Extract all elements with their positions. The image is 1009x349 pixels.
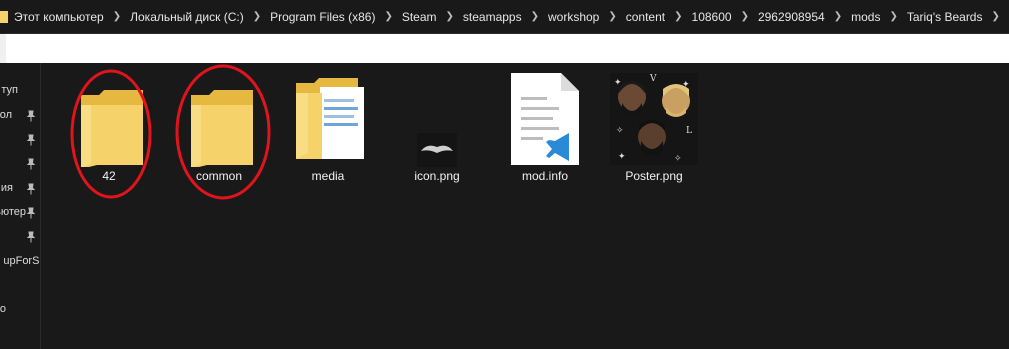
nav-item-computer[interactable]: ьютер <box>0 203 40 223</box>
chevron-right-icon[interactable]: ❯ <box>674 11 682 22</box>
vscode-file-icon <box>511 73 579 165</box>
breadcrumb-108600[interactable]: 108600 ❯ <box>692 10 758 24</box>
svg-text:L: L <box>686 126 692 136</box>
file-item-folder-media[interactable]: media <box>280 63 376 193</box>
chevron-right-icon[interactable]: ❯ <box>384 11 392 22</box>
chevron-right-icon[interactable]: ❯ <box>113 11 121 22</box>
chevron-right-icon[interactable]: ❯ <box>608 11 616 22</box>
mustache-image-icon <box>417 133 457 167</box>
navigation-pane[interactable]: туп ол ия ьютер upForSin о <box>0 63 41 349</box>
svg-text:V: V <box>649 74 657 84</box>
nav-item-clip: о <box>0 300 40 320</box>
breadcrumb-steam[interactable]: Steam ❯ <box>402 10 463 24</box>
pin-icon <box>26 231 36 243</box>
nav-item-clip: upForSin <box>0 252 40 272</box>
breadcrumb-mods[interactable]: mods ❯ <box>851 10 907 24</box>
svg-text:✦: ✦ <box>618 152 626 162</box>
nav-item-label: о <box>0 303 6 315</box>
svg-text:✧: ✧ <box>674 154 682 164</box>
file-item-icon-png[interactable]: icon.png <box>389 63 485 193</box>
nav-item-label: туп <box>1 84 18 96</box>
chevron-right-icon[interactable]: ❯ <box>253 11 261 22</box>
file-name-label: Poster.png <box>625 169 683 183</box>
pin-icon <box>26 110 36 122</box>
highlight-ring-42 <box>70 69 152 199</box>
file-name-label: media <box>311 169 345 183</box>
nav-item-clip <box>0 276 40 296</box>
pin-icon <box>26 134 36 146</box>
folder-with-documents-icon <box>296 78 364 159</box>
file-name-label: icon.png <box>414 169 460 183</box>
nav-item-other[interactable]: о <box>0 300 40 320</box>
chevron-right-icon[interactable]: ❯ <box>889 11 897 22</box>
ribbon-edge <box>0 34 6 63</box>
svg-text:✧: ✧ <box>616 126 624 136</box>
nav-item-clip: туп <box>0 81 40 101</box>
nav-item-quick-access[interactable]: туп <box>0 81 40 101</box>
nav-item-label: ьютер <box>0 206 26 218</box>
breadcrumb-local-disk[interactable]: Локальный диск (C:) ❯ <box>130 10 270 24</box>
breadcrumb-tariqs-beards[interactable]: Tariq's Beards ❯ <box>907 10 1009 24</box>
file-item-mod-info[interactable]: mod.info <box>497 63 593 193</box>
pin-icon <box>26 207 36 219</box>
nav-item-downloads[interactable] <box>0 130 40 150</box>
nav-item-desktop[interactable]: ол <box>0 106 40 126</box>
nav-item-label: ия <box>0 182 13 194</box>
nav-item-label: ол <box>0 109 12 121</box>
chevron-right-icon[interactable]: ❯ <box>446 11 454 22</box>
chevron-right-icon[interactable]: ❯ <box>531 11 539 22</box>
breadcrumb-this-pc[interactable]: Этот компьютер ❯ <box>14 10 130 24</box>
address-bar[interactable]: Этот компьютер ❯ Локальный диск (C:) ❯ Pro… <box>0 0 1009 34</box>
ribbon-strip <box>0 34 1009 63</box>
file-item-poster-png[interactable]: ✦V✦ ✧✦L ✦✧ Poster.png <box>606 63 702 193</box>
chevron-right-icon[interactable]: ❯ <box>991 11 999 22</box>
chevron-right-icon[interactable]: ❯ <box>741 11 749 22</box>
file-list[interactable]: 42 common media icon.png mod.info ✦ V ✦ … <box>41 63 1009 349</box>
chevron-right-icon[interactable]: ❯ <box>834 11 842 22</box>
breadcrumb-2962908954[interactable]: 2962908954 ❯ <box>758 10 851 24</box>
nav-item-pinned[interactable] <box>0 227 40 247</box>
pin-icon <box>26 183 36 195</box>
nav-item-folder[interactable]: upForSin <box>0 252 40 272</box>
folder-icon <box>0 10 8 23</box>
breadcrumb-content[interactable]: content ❯ <box>626 10 692 24</box>
nav-item-documents[interactable] <box>0 154 40 174</box>
nav-item-images[interactable]: ия <box>0 179 40 199</box>
highlight-ring-common <box>175 64 271 200</box>
breadcrumb-program-files[interactable]: Program Files (x86) ❯ <box>270 10 402 24</box>
breadcrumb-steamapps[interactable]: steamapps ❯ <box>463 10 548 24</box>
file-name-label: mod.info <box>521 169 569 183</box>
nav-item-blank[interactable] <box>0 276 40 296</box>
nav-item-label: upForSin <box>3 255 40 267</box>
breadcrumb-workshop[interactable]: workshop ❯ <box>548 10 626 24</box>
pin-icon <box>26 158 36 170</box>
poster-image-thumbnail: ✦V✦ ✧✦L ✦✧ <box>610 73 698 165</box>
